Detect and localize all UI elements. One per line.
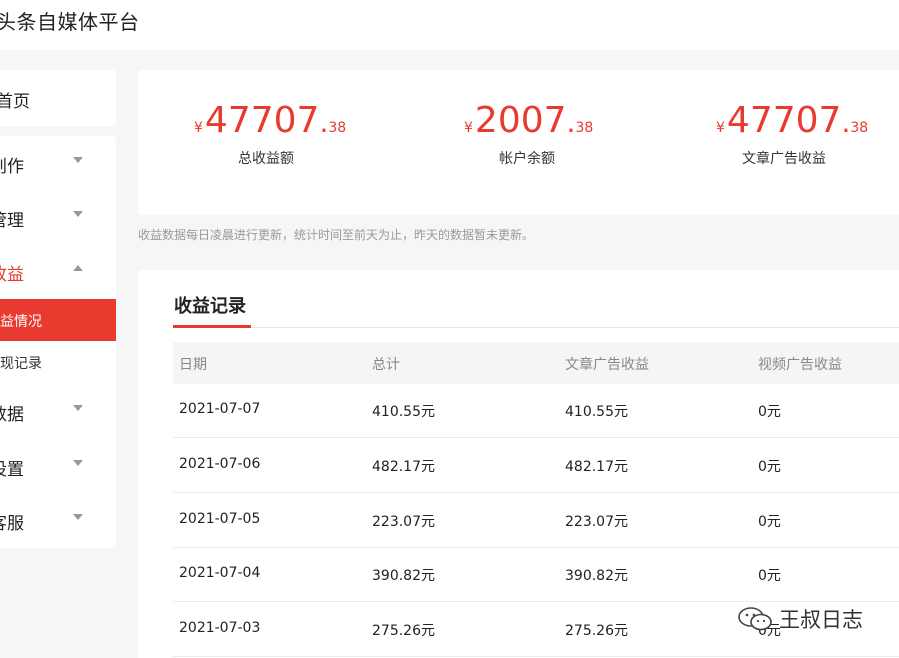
sidebar-item-label: 创作: [0, 157, 24, 177]
tab-earnings-records[interactable]: 收益记录: [174, 292, 246, 318]
chevron-down-icon: [73, 211, 83, 217]
table-row: 2021-07-06 482.17元 482.17元 0元: [173, 439, 899, 493]
sidebar-item-home[interactable]: 首页: [0, 70, 116, 126]
amount-integer: 47707: [204, 100, 320, 141]
cell-article-ad: 223.07元: [565, 514, 628, 530]
app-title: 头条自媒体平台: [0, 10, 140, 34]
cell-date: 2021-07-06: [179, 456, 261, 472]
chevron-down-icon: [73, 405, 83, 411]
stat-amount: ¥2007.38: [464, 100, 704, 142]
sidebar-subitem-earnings-overview[interactable]: 收益情况: [0, 299, 116, 341]
update-note: 收益数据每日凌晨进行更新，统计时间至前天为止，昨天的数据暂未更新。: [138, 228, 535, 242]
chevron-down-icon: [73, 460, 83, 466]
sidebar-item-label: 管理: [0, 211, 24, 231]
stat-amount: ¥47707.38: [194, 100, 434, 142]
sidebar-item-label: 收益: [0, 265, 24, 285]
cell-video-ad: 0元: [758, 568, 781, 584]
table-header: 日期 总计 文章广告收益 视频广告收益: [173, 342, 899, 384]
sidebar-item-label: 数据: [0, 405, 24, 425]
cell-video-ad: 0元: [758, 459, 781, 475]
stat-amount: ¥47707.38: [716, 100, 899, 142]
table-row: 2021-07-07 410.55元 410.55元 0元: [173, 384, 899, 438]
amount-decimal: 38: [328, 120, 347, 136]
sidebar-subitem-label: 收益情况: [0, 314, 42, 330]
earnings-records-card: 收益记录 日期 总计 文章广告收益 视频广告收益 2021-07-07 410.…: [138, 270, 899, 658]
sidebar-item-service[interactable]: 客服: [0, 493, 116, 547]
currency-symbol: ¥: [716, 120, 725, 136]
table-row: 2021-07-04 390.82元 390.82元 0元: [173, 548, 899, 602]
cell-total: 482.17元: [372, 459, 435, 475]
decimal-point: .: [566, 106, 576, 139]
cell-article-ad: 390.82元: [565, 568, 628, 584]
cell-date: 2021-07-07: [179, 401, 261, 417]
earnings-summary-card: ¥47707.38 总收益额 ¥2007.38 帐户余额 ¥47707.38 文…: [138, 70, 899, 215]
active-tab-indicator: [173, 325, 251, 328]
cell-video-ad: 0元: [758, 514, 781, 530]
sidebar-item-data[interactable]: 数据: [0, 384, 116, 438]
cell-date: 2021-07-03: [179, 620, 261, 636]
sidebar-item-manage[interactable]: 管理: [0, 190, 116, 244]
amount-integer: 2007: [474, 100, 567, 141]
cell-date: 2021-07-05: [179, 511, 261, 527]
amount-decimal: 38: [850, 120, 869, 136]
chevron-down-icon: [73, 157, 83, 163]
column-header-article-ad: 文章广告收益: [565, 357, 649, 373]
column-header-video-ad: 视频广告收益: [758, 357, 842, 373]
wechat-icon: [738, 607, 772, 631]
sidebar-item-label: 设置: [0, 460, 24, 480]
amount-integer: 47707: [726, 100, 842, 141]
stat-total-earnings: ¥47707.38 总收益额: [194, 100, 434, 168]
cell-article-ad: 410.55元: [565, 404, 628, 420]
cell-total: 390.82元: [372, 568, 435, 584]
chevron-up-icon: [73, 265, 83, 271]
decimal-point: .: [319, 106, 329, 139]
sidebar-item-settings[interactable]: 设置: [0, 439, 116, 493]
tab-divider: [173, 327, 899, 328]
sidebar-item-create[interactable]: 创作: [0, 136, 116, 190]
sidebar-subitem-withdraw-records[interactable]: 提现记录: [0, 341, 116, 383]
cell-total: 275.26元: [372, 623, 435, 639]
top-bar: 头条自媒体平台: [0, 0, 899, 50]
watermark-text: 王叔日志: [779, 608, 863, 632]
cell-video-ad: 0元: [758, 404, 781, 420]
cell-total: 410.55元: [372, 404, 435, 420]
currency-symbol: ¥: [194, 120, 203, 136]
sidebar-subitem-label: 提现记录: [0, 356, 42, 372]
amount-decimal: 38: [575, 120, 594, 136]
currency-symbol: ¥: [464, 120, 473, 136]
stat-caption: 总收益额: [238, 151, 294, 167]
chevron-down-icon: [73, 514, 83, 520]
column-header-date: 日期: [179, 357, 207, 373]
stat-caption: 文章广告收益: [742, 151, 826, 167]
table-row: 2021-07-05 223.07元 223.07元 0元: [173, 494, 899, 548]
cell-total: 223.07元: [372, 514, 435, 530]
sidebar-item-label: 首页: [0, 92, 30, 112]
sidebar-menu: 创作 管理 收益 收益情况 提现记录 数据 设置 客服: [0, 136, 116, 548]
decimal-point: .: [841, 106, 851, 139]
column-header-total: 总计: [372, 357, 400, 373]
stat-account-balance: ¥2007.38 帐户余额: [464, 100, 704, 168]
sidebar-item-label: 客服: [0, 514, 24, 534]
cell-article-ad: 275.26元: [565, 623, 628, 639]
sidebar-item-earnings[interactable]: 收益: [0, 244, 116, 298]
cell-article-ad: 482.17元: [565, 459, 628, 475]
stat-caption: 帐户余额: [499, 151, 555, 167]
watermark: 王叔日志: [737, 604, 863, 634]
cell-date: 2021-07-04: [179, 565, 261, 581]
stat-article-ad-earnings: ¥47707.38 文章广告收益: [716, 100, 899, 168]
